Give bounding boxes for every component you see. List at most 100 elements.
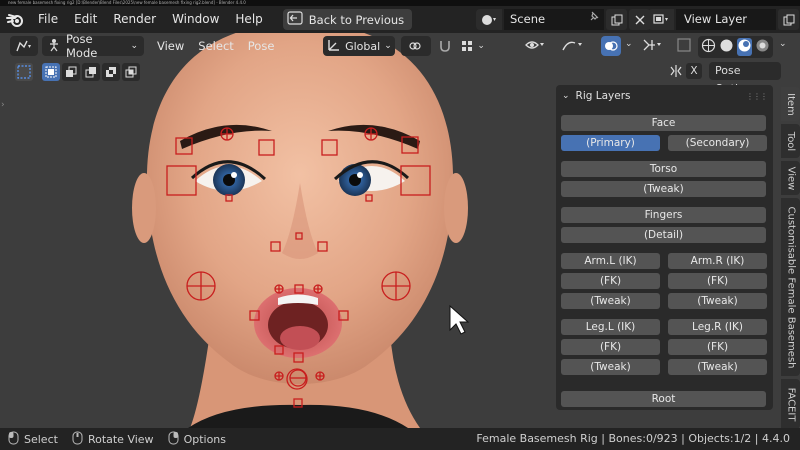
tab-faceit-label: FACEIT	[785, 387, 797, 421]
snap-icon[interactable]	[437, 38, 453, 54]
menu-help[interactable]: Help	[227, 6, 270, 33]
mirror-icon[interactable]	[668, 63, 684, 82]
sidebar-tabs: Item Tool View Customisable Female Basem…	[781, 85, 800, 428]
xray-icon[interactable]	[677, 38, 691, 55]
mouse-middle-icon	[72, 431, 83, 448]
pose-mode-icon	[46, 38, 62, 55]
scene-name: Scene	[510, 12, 546, 26]
mode-selector[interactable]: Pose Mode ⌄	[42, 33, 144, 60]
back-to-previous-button[interactable]: Back to Previous	[282, 9, 413, 30]
drag-handle-icon[interactable]: ⋮⋮⋮	[746, 92, 768, 101]
select-new-icon[interactable]	[42, 63, 60, 81]
menu-select[interactable]: Select	[191, 39, 240, 53]
layer-leg-l-fk-button[interactable]: (FK)	[561, 339, 660, 355]
layer-arm-l-tweak-button[interactable]: (Tweak)	[561, 293, 660, 309]
select-intersect-icon[interactable]	[122, 63, 140, 81]
layer-leg-r-tweak-button[interactable]: (Tweak)	[668, 359, 767, 375]
layer-arm-r-tweak-button[interactable]: (Tweak)	[668, 293, 767, 309]
new-view-layer-icon[interactable]	[778, 9, 799, 30]
layer-leg-l-tweak-button[interactable]: (Tweak)	[561, 359, 660, 375]
toolbar-expand-icon[interactable]: ›	[1, 100, 5, 110]
view-layer-selector: View Layer	[648, 9, 800, 30]
layer-fingers-button[interactable]: Fingers	[561, 207, 766, 223]
gizmo-icon[interactable]	[560, 37, 584, 56]
wireframe-shading-icon[interactable]	[701, 38, 716, 56]
menu-pose[interactable]: Pose	[241, 39, 282, 53]
solid-shading-icon[interactable]	[719, 38, 734, 56]
scene-statistics: Female Basemesh Rig | Bones:0/923 | Obje…	[476, 432, 790, 445]
material-shading-icon[interactable]	[737, 38, 752, 56]
menu-window[interactable]: Window	[164, 6, 227, 33]
scene-name-field[interactable]: Scene	[504, 9, 604, 30]
layer-root-button[interactable]: Root	[561, 391, 766, 407]
rig-layers-panel: ⌄ Rig Layers ⋮⋮⋮ Face (Primary) (Seconda…	[556, 85, 773, 410]
tab-item[interactable]: Item	[781, 87, 800, 121]
select-extend-icon[interactable]	[62, 63, 80, 81]
menu-view[interactable]: View	[150, 39, 191, 53]
new-scene-icon[interactable]	[606, 9, 627, 30]
layer-arm-l-fk-button[interactable]: (FK)	[561, 273, 660, 289]
layer-torso-button[interactable]: Torso	[561, 161, 766, 177]
layer-arm-r-fk-button[interactable]: (FK)	[668, 273, 767, 289]
chevron-down-icon[interactable]: ⌄	[477, 41, 485, 51]
layer-torso-tweak-button[interactable]: (Tweak)	[561, 181, 766, 197]
shading-modes	[698, 36, 773, 58]
chevron-down-icon: ⌄	[384, 41, 392, 51]
editor-type-icon[interactable]	[10, 36, 38, 56]
pivot-point-icon[interactable]	[401, 36, 432, 56]
tab-tool-label: Tool	[785, 131, 796, 151]
layer-arm-r-ik-button[interactable]: Arm.R (IK)	[668, 253, 767, 269]
status-rotate-view: Rotate View	[87, 432, 154, 446]
menu-render[interactable]: Render	[105, 6, 164, 33]
snap-target-icon[interactable]	[459, 38, 475, 54]
mode-label: Pose Mode	[66, 33, 98, 60]
tab-customisable-female-basemesh[interactable]: Customisable Female Basemesh	[781, 198, 800, 376]
status-select: Select	[24, 432, 58, 446]
viewport-header: Pose Mode ⌄ View Select Pose Global ⌄ ⌄	[0, 33, 800, 60]
layer-leg-l-ik-button[interactable]: Leg.L (IK)	[561, 319, 660, 335]
scene-selector: Scene	[476, 9, 650, 30]
close-scene-icon[interactable]	[629, 9, 650, 30]
menu-file[interactable]: File	[30, 6, 66, 33]
tab-tool[interactable]: Tool	[781, 124, 800, 158]
back-to-previous-label: Back to Previous	[308, 12, 405, 27]
scene-icon[interactable]	[476, 9, 502, 30]
chevron-down-icon[interactable]: ⌄	[625, 39, 633, 49]
blender-logo-icon[interactable]	[0, 6, 30, 33]
x-mirror-toggle[interactable]: X	[686, 63, 702, 79]
pose-options-button[interactable]: Pose Options	[709, 62, 781, 95]
layer-face-button[interactable]: Face	[561, 115, 766, 131]
mouse-left-icon	[8, 431, 19, 448]
visibility-icon[interactable]	[524, 37, 546, 56]
layer-face-secondary-button[interactable]: (Secondary)	[668, 135, 767, 151]
status-options: Options	[183, 432, 227, 446]
pin-icon[interactable]	[588, 9, 600, 30]
tab-view[interactable]: View	[781, 161, 800, 195]
tab-item-label: Item	[785, 92, 797, 116]
layer-arm-l-ik-button[interactable]: Arm.L (IK)	[561, 253, 660, 269]
tab-basemesh-label: Customisable Female Basemesh	[785, 205, 797, 369]
rig-layers-header[interactable]: ⌄ Rig Layers ⋮⋮⋮	[556, 85, 773, 107]
menu-edit[interactable]: Edit	[66, 6, 105, 33]
select-invert-icon[interactable]	[102, 63, 120, 81]
3d-viewport[interactable]: Pose Mode ⌄ View Select Pose Global ⌄ ⌄	[0, 33, 800, 428]
view-layer-icon[interactable]	[648, 9, 674, 30]
tab-faceit[interactable]: FACEIT	[781, 379, 800, 428]
layer-leg-r-ik-button[interactable]: Leg.R (IK)	[668, 319, 767, 335]
status-bar: Select Rotate View Options Female Baseme…	[0, 428, 800, 450]
select-box-tool-icon[interactable]	[15, 63, 33, 81]
orientation-icon	[327, 38, 341, 55]
select-mode-group	[42, 63, 140, 81]
armature-icon[interactable]	[641, 37, 663, 56]
chevron-down-icon[interactable]: ⌄	[779, 39, 787, 49]
layer-face-primary-button[interactable]: (Primary)	[561, 135, 660, 151]
rendered-shading-icon[interactable]	[755, 38, 770, 56]
transform-orientation[interactable]: Global ⌄	[323, 36, 396, 56]
chevron-down-icon: ⌄	[562, 91, 570, 101]
overlays-icon[interactable]	[601, 36, 621, 56]
view-layer-name[interactable]: View Layer	[676, 9, 776, 30]
layer-fingers-detail-button[interactable]: (Detail)	[561, 227, 766, 243]
select-subtract-icon[interactable]	[82, 63, 100, 81]
layer-leg-r-fk-button[interactable]: (FK)	[668, 339, 767, 355]
mouse-right-icon	[168, 431, 179, 448]
